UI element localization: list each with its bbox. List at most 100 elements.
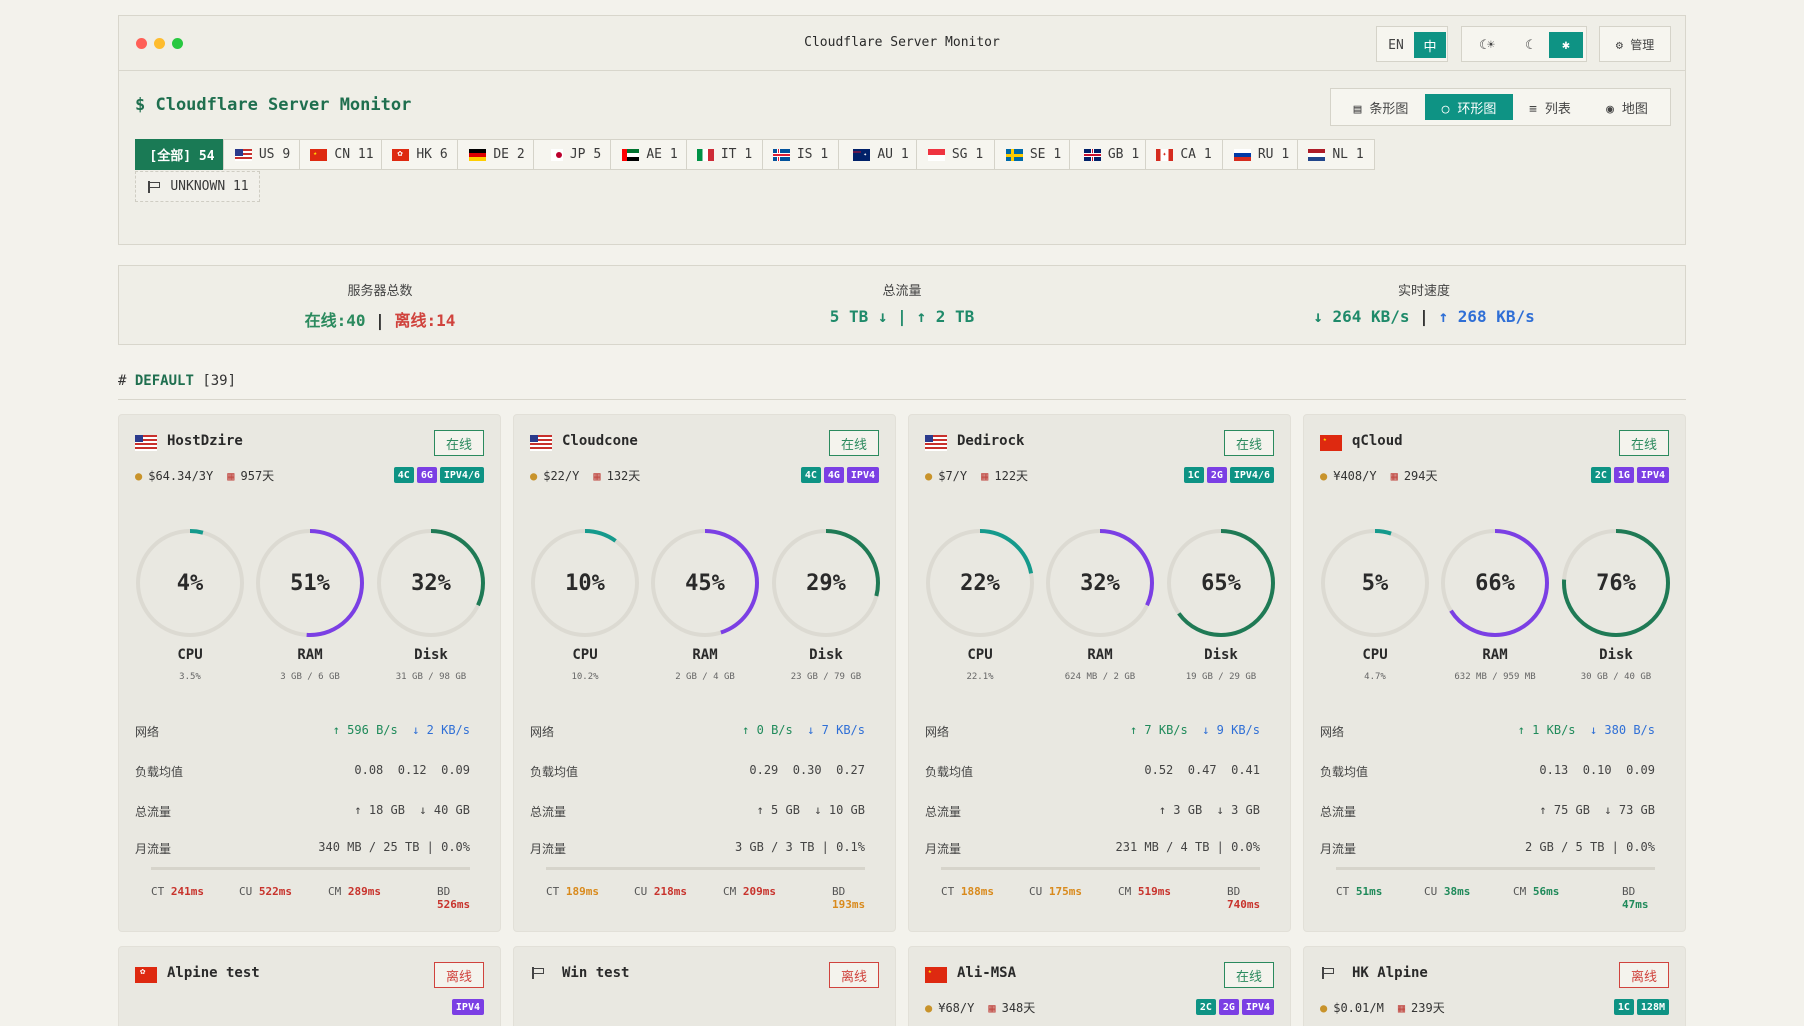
view-list[interactable]: ≡ 列表 (1515, 94, 1585, 120)
ram-label: RAM (297, 647, 323, 663)
filter-se[interactable]: SE 1 (994, 139, 1073, 170)
filter-label: JP 5 (569, 147, 602, 162)
view-bar[interactable]: ▤ 条形图 (1335, 94, 1427, 120)
load-5: 0.10 (1582, 763, 1612, 777)
load-label: 负载均值 (925, 765, 974, 779)
filter-ca[interactable]: ✦ CA 1 (1145, 139, 1223, 170)
ram-percent: 66% (1475, 570, 1515, 596)
cpu-detail: 3.5% (179, 672, 201, 682)
server-card[interactable]: ★ Ali-MSA 在线 ● ¥68/Y ▦ 348天 2C 2G IPV4 (908, 946, 1291, 1026)
load-values: 0.13 0.10 0.09 (1539, 763, 1655, 777)
monthly-traffic-bar (546, 867, 865, 870)
server-card[interactable]: Cloudcone 在线 ● $22/Y ▦ 132天 4C 4G IPV4 10%… (513, 414, 896, 932)
filter-ru[interactable]: RU 1 (1222, 139, 1301, 170)
moon-sun-icon[interactable]: ☾☀ (1465, 32, 1509, 58)
offline-count: 离线:14 (394, 311, 456, 330)
price-info: ● ¥408/Y ▦ 294天 (1320, 467, 1438, 484)
total-down: ↓ 73 GB (1604, 803, 1655, 817)
disk-detail: 31 GB / 98 GB (395, 672, 467, 682)
lang-en[interactable]: EN (1380, 32, 1412, 58)
filter-label: CA 1 (1180, 147, 1212, 162)
server-card[interactable]: ✿ Alpine test 离线 IPV4 (118, 946, 501, 1026)
status-badge: 在线 (829, 430, 879, 456)
status-badge: 在线 (1224, 430, 1274, 456)
days-value: 239天 (1411, 1001, 1445, 1015)
stat-speed-separator: | (1419, 307, 1429, 326)
spec-badges: 1C 128M (1613, 999, 1669, 1015)
ram-label: RAM (1482, 647, 1508, 663)
filter-au[interactable]: ✦ AU 1 (838, 139, 924, 170)
server-card[interactable]: HK Alpine 离线 ● $0.01/M ▦ 239天 1C 128M (1303, 946, 1686, 1026)
price-info: ● $0.01/M ▦ 239天 (1320, 999, 1445, 1016)
total-up: ↑ 75 GB (1539, 803, 1590, 817)
filter-it[interactable]: IT 1 (686, 139, 763, 170)
server-card[interactable]: ★ qCloud 在线 ● ¥408/Y ▦ 294天 2C 1G IPV4 5% … (1303, 414, 1686, 932)
filter-de[interactable]: DE 2 (457, 139, 537, 170)
flag-us-icon (234, 148, 252, 161)
cpu-label: CPU (572, 647, 598, 663)
net-down: ↓ 9 KB/s (1202, 723, 1260, 737)
view-ring[interactable]: ○ 环形图 (1425, 94, 1513, 120)
view-switcher: ▤ 条形图 ○ 环形图 ≡ 列表 ◉ 地图 (1330, 88, 1671, 126)
load-label: 负载均值 (530, 765, 579, 779)
server-name: HostDzire (167, 433, 243, 449)
ram-percent: 32% (1080, 570, 1120, 596)
money-bag-icon: ● (925, 468, 933, 483)
price-info: ● $64.34/3Y ▦ 957天 (135, 467, 274, 484)
total-up: ↑ 5 GB (756, 803, 800, 817)
flag-au-icon: ✦ (853, 148, 871, 161)
status-badge: 离线 (829, 962, 879, 988)
speed-up: ↑ 268 KB/s (1438, 307, 1535, 326)
net-up: ↑ 0 B/s (742, 723, 793, 737)
lang-zh[interactable]: 中 (1414, 32, 1446, 58)
filter-label: AU 1 (877, 147, 909, 162)
filter-hk[interactable]: ✿ HK 6 (381, 139, 459, 170)
server-name: Dedirock (957, 433, 1025, 449)
flag-hk-icon: ✿ (392, 148, 410, 161)
filter-is[interactable]: IS 1 (762, 139, 839, 170)
monthly-traffic-label: 月流量 (530, 842, 567, 856)
ram-ring: 45% (650, 528, 760, 638)
load-1: 0.29 (749, 763, 779, 777)
stat-servers-title: 服务器总数 (347, 284, 413, 299)
flag-cn-icon: ★ (1320, 435, 1342, 451)
filter-ae[interactable]: AE 1 (610, 139, 690, 170)
monthly-traffic-value: 340 MB / 25 TB | 0.0% (318, 840, 470, 854)
flag-ae-icon (622, 148, 640, 161)
filter-all[interactable]: [全部] 54 (135, 139, 229, 170)
section-count: [39] (202, 373, 237, 389)
money-bag-icon: ● (1320, 468, 1328, 483)
server-card[interactable]: HostDzire 在线 ● $64.34/3Y ▦ 957天 4C 6G IPV4… (118, 414, 501, 932)
spec-badge: 4C (800, 467, 821, 483)
cpu-label: CPU (967, 647, 993, 663)
load-15: 0.09 (441, 763, 470, 777)
net-up: ↑ 7 KB/s (1129, 723, 1188, 737)
status-badge: 在线 (1224, 962, 1274, 988)
days-value: 294天 (1403, 469, 1438, 483)
disk-percent: 29% (806, 570, 846, 596)
server-card[interactable]: Dedirock 在线 ● $7/Y ▦ 122天 1C 2G IPV4/6 22%… (908, 414, 1291, 932)
filter-nl[interactable]: NL 1 (1297, 139, 1375, 170)
filter-sg[interactable]: SG 1 (916, 139, 995, 170)
filter-label: IS 1 (796, 147, 829, 162)
spec-badge: 128M (1636, 999, 1669, 1015)
flag-jp-icon (550, 148, 563, 161)
filter-unknown[interactable]: UNKNOWN 11 (135, 171, 260, 202)
moon-icon[interactable]: ☾ (1511, 32, 1547, 58)
filter-jp[interactable]: JP 5 (533, 139, 619, 170)
load-15: 0.09 (1626, 763, 1655, 777)
stat-traffic-value: 5 TB ↓ | ↑ 2 TB (829, 307, 975, 326)
admin-button[interactable]: ⚙ 管理 (1599, 26, 1671, 62)
ping-label: CM (1513, 885, 1527, 898)
sun-icon[interactable]: ✱ (1549, 32, 1583, 58)
server-card[interactable]: Win test 离线 (513, 946, 896, 1026)
filter-cn[interactable]: ★ CN 11 (299, 139, 385, 170)
filter-gb[interactable]: GB 1 (1069, 139, 1154, 170)
view-map[interactable]: ◉ 地图 (1587, 94, 1667, 120)
spec-badge: 6G (416, 467, 437, 483)
flag-unknown-icon (146, 180, 163, 193)
load-5: 0.12 (397, 763, 427, 777)
filter-label: RU 1 (1257, 147, 1290, 162)
filter-us[interactable]: US 9 (223, 139, 302, 170)
price-value: $0.01/M (1333, 1000, 1384, 1015)
